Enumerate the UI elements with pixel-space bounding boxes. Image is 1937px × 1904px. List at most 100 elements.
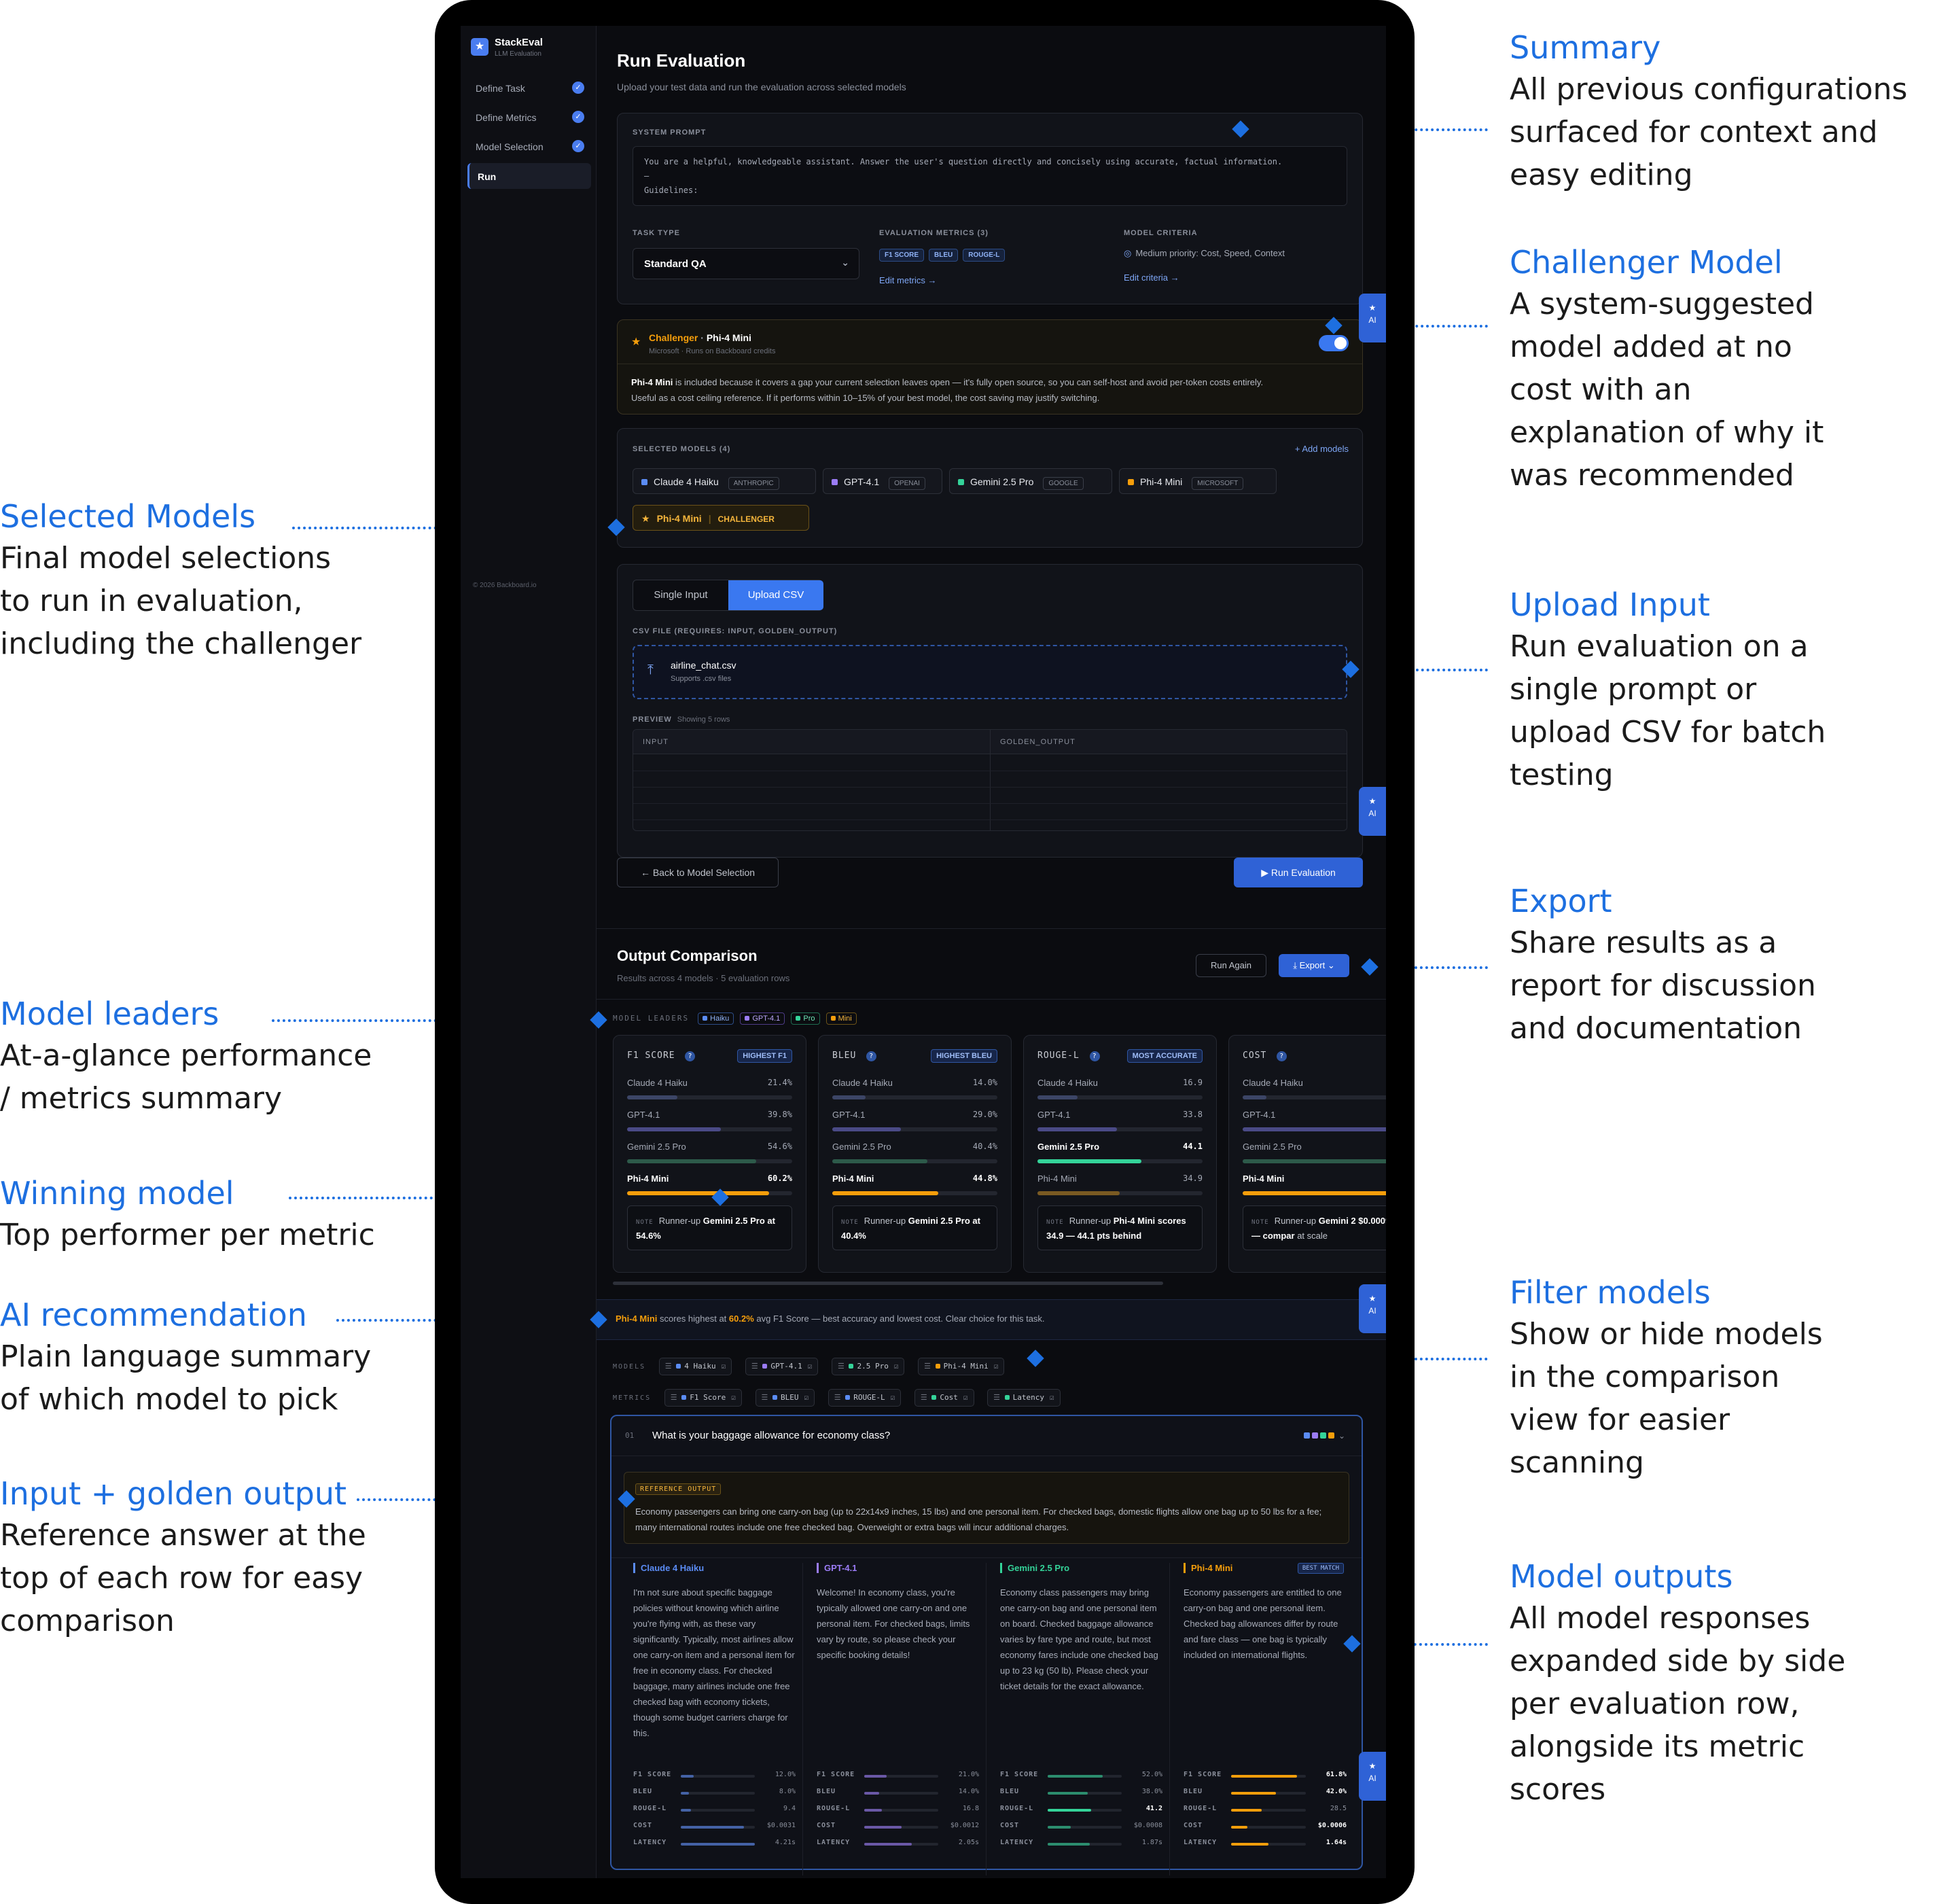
system-prompt-cut: Guidelines: bbox=[644, 186, 698, 195]
filter-chip-pro[interactable]: ☰ 2.5 Pro ☑ bbox=[831, 1358, 905, 1375]
bar-fill bbox=[1048, 1826, 1071, 1829]
help-icon[interactable]: ? bbox=[685, 1051, 696, 1061]
model-chip-gemini[interactable]: Gemini 2.5 Pro GOOGLE bbox=[949, 468, 1112, 494]
ai-tab-label: AI bbox=[1368, 1306, 1376, 1316]
metric-color-swatch bbox=[931, 1395, 937, 1400]
ai-assistant-tab[interactable]: ★ AI bbox=[1359, 787, 1386, 836]
bar-track bbox=[681, 1792, 755, 1795]
edit-metrics-link[interactable]: Edit metrics → bbox=[879, 275, 937, 285]
preview-header: PREVIEW Showing 5 rows bbox=[633, 713, 730, 725]
chevron-down-icon[interactable]: ⌄ bbox=[1338, 1431, 1345, 1441]
sidebar-item-define-metrics[interactable]: Define Metrics ✓ bbox=[467, 104, 591, 130]
leader-chip-pro[interactable]: Pro bbox=[791, 1012, 820, 1025]
filter-chip-haiku[interactable]: ☰ 4 Haiku ☑ bbox=[658, 1358, 732, 1375]
metric-key: F1 SCORE bbox=[817, 1771, 855, 1778]
card-row-model: Phi-4 Mini bbox=[627, 1174, 669, 1184]
bar-fill bbox=[1037, 1095, 1078, 1099]
metrics-chips: F1 SCORE BLEU ROUGE-L bbox=[879, 248, 1010, 262]
sidebar-item-define-task[interactable]: Define Task ✓ bbox=[467, 75, 591, 101]
bar-fill bbox=[627, 1127, 722, 1131]
sidebar-item-label: Define Metrics bbox=[476, 112, 537, 123]
card-row: GPT-4.1 33.8 bbox=[1037, 1110, 1203, 1137]
filter-chip-gpt[interactable]: ☰ GPT-4.1 ☑ bbox=[745, 1358, 819, 1375]
sidebar-item-model-selection[interactable]: Model Selection ✓ bbox=[467, 133, 591, 159]
sidebar-item-label: Define Task bbox=[476, 83, 525, 94]
filter-chip-f1[interactable]: ☰ F1 Score ☑ bbox=[664, 1389, 742, 1407]
filter-chip-rouge[interactable]: ☰ ROUGE-L ☑ bbox=[828, 1389, 902, 1407]
bar-fill bbox=[1048, 1792, 1088, 1795]
run-again-button[interactable]: Run Again bbox=[1196, 954, 1266, 977]
metric-value: 38.0% bbox=[1141, 1788, 1162, 1795]
card-row: Phi-4 Mini bbox=[1243, 1174, 1386, 1201]
annotation-upload: Upload Input Run evaluation on a single … bbox=[1510, 584, 1826, 796]
model-chip-challenger[interactable]: ★ Phi-4 Mini | CHALLENGER bbox=[633, 505, 809, 531]
note-bold: Gemini 2.5 Pro at 40.4% bbox=[841, 1216, 980, 1241]
edit-criteria-link[interactable]: Edit criteria → bbox=[1124, 272, 1179, 283]
annotation-title: Model outputs bbox=[1510, 1558, 1733, 1595]
model-color-swatch bbox=[935, 1364, 940, 1369]
task-type-select[interactable]: Standard QA ⌄ bbox=[633, 248, 859, 279]
annotation-line: was recommended bbox=[1510, 458, 1794, 493]
metrics-label: EVALUATION METRICS (3) bbox=[879, 229, 989, 237]
metrics-filter-label: METRICS bbox=[613, 1394, 652, 1402]
sidebar-item-run[interactable]: Run bbox=[467, 163, 591, 189]
best-match-badge: BEST MATCH bbox=[1297, 1563, 1344, 1574]
annotation-leaders: Model leaders At-a-glance performance / … bbox=[0, 993, 372, 1120]
ai-assistant-tab[interactable]: ★ AI bbox=[1359, 1284, 1386, 1333]
back-to-model-selection-button[interactable]: ← Back to Model Selection bbox=[617, 858, 779, 887]
metric-color-swatch bbox=[681, 1395, 687, 1400]
output-divider bbox=[597, 999, 1386, 1000]
model-chip-gpt[interactable]: GPT-4.1 OPENAI bbox=[823, 468, 942, 494]
leader-chip-gpt[interactable]: GPT-4.1 bbox=[740, 1012, 785, 1025]
metric-filter-bar: METRICS ☰ F1 Score ☑ ☰ BLEU ☑ ☰ ROUGE-L ☑ ☰… bbox=[613, 1389, 1067, 1407]
csv-dropzone[interactable]: ⤒ airline_chat.csv Supports .csv files bbox=[633, 645, 1347, 699]
metric-value: 1.64s bbox=[1326, 1839, 1347, 1846]
metric-row: LATENCY 4.21s bbox=[633, 1839, 796, 1852]
challenger-model: Phi-4 Mini bbox=[706, 332, 751, 343]
leader-chip-haiku[interactable]: Haiku bbox=[698, 1012, 734, 1025]
export-button[interactable]: ⤓ Export ⌄ bbox=[1279, 954, 1349, 977]
preview-table: INPUT GOLDEN_OUTPUT bbox=[633, 729, 1347, 831]
cards-scrollbar[interactable] bbox=[613, 1282, 1163, 1285]
filter-chip-phi[interactable]: ☰ Phi-4 Mini ☑ bbox=[918, 1358, 1005, 1375]
ai-assistant-tab[interactable]: ★ AI bbox=[1359, 294, 1386, 342]
filter-chip-latency[interactable]: ☰ Latency ☑ bbox=[987, 1389, 1061, 1407]
ai-assistant-tab[interactable]: ★ AI bbox=[1359, 1752, 1386, 1801]
bar-track bbox=[864, 1792, 938, 1795]
help-icon[interactable]: ? bbox=[1277, 1051, 1287, 1061]
bar-fill bbox=[1037, 1191, 1120, 1195]
system-prompt-box[interactable]: You are a helpful, knowledgeable assista… bbox=[633, 146, 1347, 206]
model-chip-claude[interactable]: Claude 4 Haiku ANTHROPIC bbox=[633, 468, 816, 494]
challenger-toggle[interactable] bbox=[1319, 335, 1349, 351]
add-models-link[interactable]: + Add models bbox=[1295, 444, 1349, 454]
card-row-model: Gemini 2.5 Pro bbox=[1037, 1142, 1100, 1152]
run-evaluation-button[interactable]: ▶ Run Evaluation bbox=[1234, 858, 1363, 887]
leader-chip-mini[interactable]: Mini bbox=[825, 1012, 857, 1025]
model-color-swatch bbox=[676, 1364, 681, 1369]
task-type-label: TASK TYPE bbox=[633, 229, 680, 237]
bar-track bbox=[832, 1191, 997, 1195]
annotation-line: At-a-glance performance bbox=[0, 1038, 372, 1073]
model-color-swatch bbox=[830, 1016, 836, 1021]
filter-chip-cost[interactable]: ☰ Cost ☑ bbox=[914, 1389, 974, 1407]
filter-chip-label: 2.5 Pro bbox=[857, 1362, 889, 1371]
criteria-text: Medium priority: Cost, Speed, Context bbox=[1135, 248, 1285, 258]
help-icon[interactable]: ? bbox=[1089, 1051, 1100, 1061]
filter-chip-label: F1 Score bbox=[690, 1393, 726, 1402]
output-text: Economy class passengers may bring one c… bbox=[1000, 1587, 1158, 1691]
card-row: Claude 4 Haiku 14.0% bbox=[832, 1078, 997, 1105]
tab-single-input[interactable]: Single Input bbox=[633, 580, 728, 610]
tab-upload-csv[interactable]: Upload CSV bbox=[728, 580, 823, 610]
annotation-line: including the challenger bbox=[0, 627, 362, 661]
star-icon: ★ bbox=[1368, 303, 1376, 313]
filter-chip-bleu[interactable]: ☰ BLEU ☑ bbox=[755, 1389, 815, 1407]
help-icon[interactable]: ? bbox=[866, 1051, 877, 1061]
drag-handle-icon: ☰ bbox=[664, 1362, 677, 1371]
bar-track bbox=[681, 1826, 755, 1829]
column-divider bbox=[990, 730, 991, 830]
annotation-line: Reference answer at the bbox=[0, 1518, 366, 1553]
model-color-swatch bbox=[641, 479, 647, 485]
model-chip-phi[interactable]: Phi-4 Mini MICROSOFT bbox=[1119, 468, 1277, 494]
copyright: © 2026 Backboard.io bbox=[473, 582, 537, 589]
card-title-text: F1 SCORE bbox=[627, 1051, 675, 1061]
